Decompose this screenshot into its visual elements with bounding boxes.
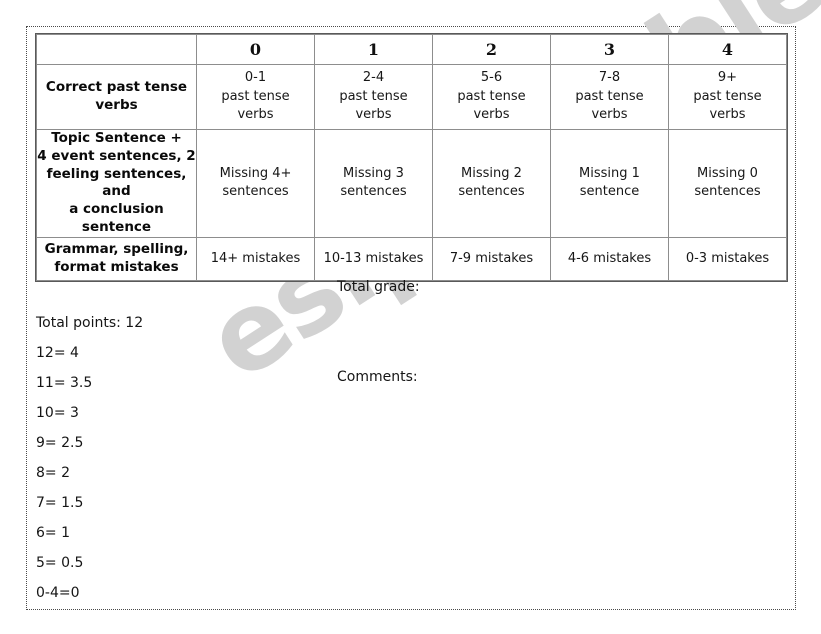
total-grade-label: Total grade:	[337, 279, 420, 295]
criterion-label-grammar: Grammar, spelling, format mistakes	[36, 236, 197, 281]
rubric-cell-grammar-4: 0-3 mistakes	[668, 236, 787, 281]
rubric-cell-sentences-1: Missing 3 sentences	[314, 129, 433, 238]
rubric-cell-sentences-2: Missing 2 sentences	[432, 129, 551, 238]
list-item: 5= 0.5	[36, 555, 84, 571]
header-cell-blank	[36, 34, 197, 65]
rubric-cell-grammar-1: 10-13 mistakes	[314, 236, 433, 281]
list-item: 0-4=0	[36, 585, 80, 601]
list-item: 6= 1	[36, 525, 70, 541]
points-scale-list: Total points: 12 12= 4 11= 3.5 10= 3 9= …	[36, 308, 143, 608]
rubric-cell-sentences-4: Missing 0 sentences	[668, 129, 787, 238]
table-header-row: 0 1 2 3 4	[36, 34, 787, 65]
table-row: Grammar, spelling, format mistakes 14+ mi…	[36, 236, 787, 281]
rubric-cell-verbs-0: 0-1 past tense verbs	[196, 64, 315, 130]
document-content: 0 1 2 3 4 Correct past tense verbs 0-1 pa…	[0, 0, 821, 634]
table-row: Correct past tense verbs 0-1 past tense ve…	[36, 64, 787, 130]
header-cell-score-1: 1	[314, 34, 433, 65]
rubric-table: 0 1 2 3 4 Correct past tense verbs 0-1 pa…	[35, 33, 788, 282]
list-item: 7= 1.5	[36, 495, 84, 511]
list-item: Total points: 12	[36, 315, 144, 331]
list-item: 9= 2.5	[36, 435, 84, 451]
rubric-cell-sentences-0: Missing 4+ sentences	[196, 129, 315, 238]
rubric-cell-verbs-2: 5-6 past tense verbs	[432, 64, 551, 130]
header-cell-score-2: 2	[432, 34, 551, 65]
list-item: 12= 4	[36, 345, 79, 361]
table-row: Topic Sentence +4 event sentences, 2 feel…	[36, 129, 787, 238]
header-cell-score-4: 4	[668, 34, 787, 65]
rubric-cell-verbs-1: 2-4 past tense verbs	[314, 64, 433, 130]
criterion-label-sentences: Topic Sentence +4 event sentences, 2 feel…	[36, 129, 197, 238]
rubric-cell-verbs-3: 7-8 past tense verbs	[550, 64, 669, 130]
header-cell-score-3: 3	[550, 34, 669, 65]
criterion-label-verbs: Correct past tense verbs	[36, 64, 197, 130]
rubric-cell-sentences-3: Missing 1 sentence	[550, 129, 669, 238]
list-item: 8= 2	[36, 465, 70, 481]
rubric-cell-grammar-0: 14+ mistakes	[196, 236, 315, 281]
rubric-cell-verbs-4: 9+ past tense verbs	[668, 64, 787, 130]
header-cell-score-0: 0	[196, 34, 315, 65]
list-item: 10= 3	[36, 405, 79, 421]
rubric-cell-grammar-3: 4-6 mistakes	[550, 236, 669, 281]
rubric-cell-grammar-2: 7-9 mistakes	[432, 236, 551, 281]
list-item: 11= 3.5	[36, 375, 93, 391]
comments-label: Comments:	[337, 369, 418, 385]
